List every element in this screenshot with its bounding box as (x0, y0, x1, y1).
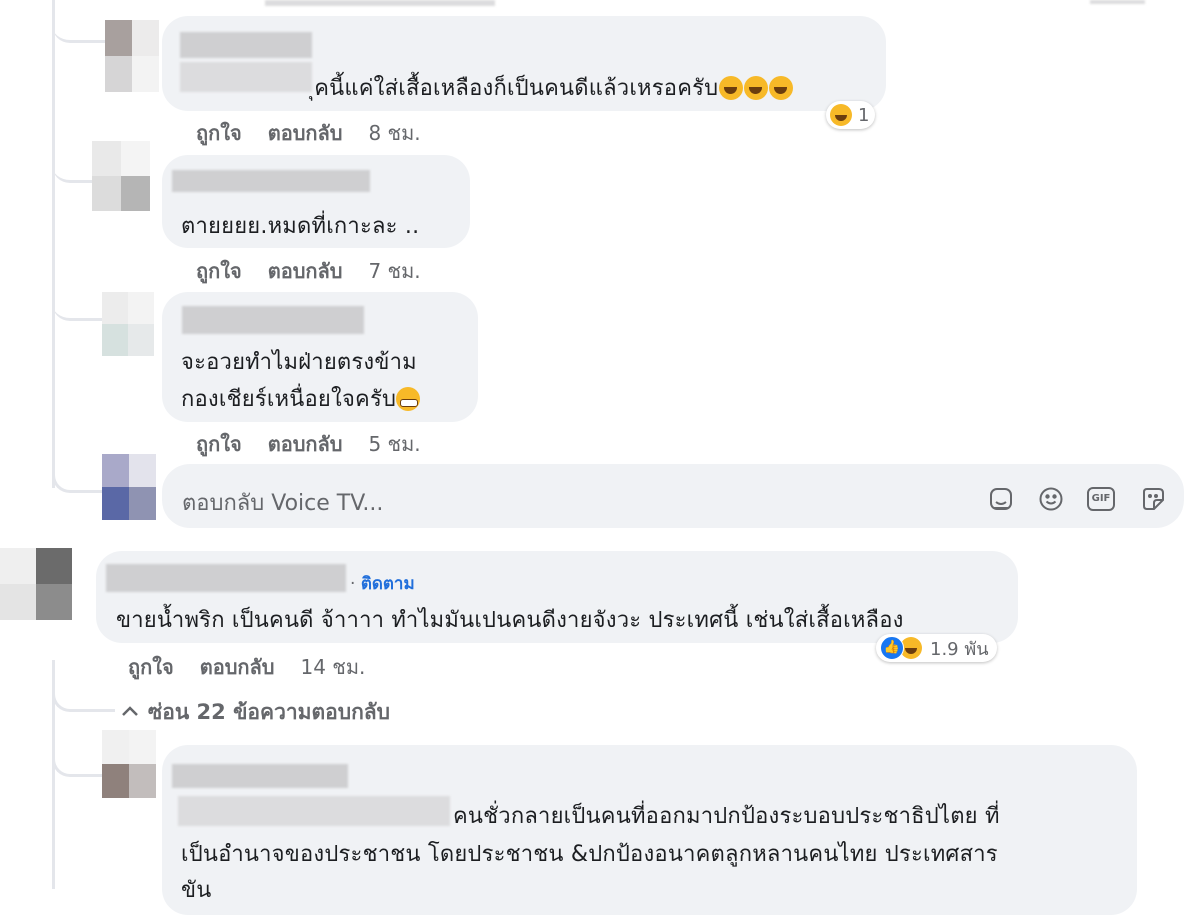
timestamp[interactable]: 8 ชม. (368, 121, 420, 145)
avatar[interactable] (92, 141, 150, 211)
like-button[interactable]: ถูกใจ (196, 432, 242, 456)
haha-reaction-icon (830, 104, 852, 126)
timestamp[interactable]: 7 ชม. (368, 259, 420, 283)
blurred-author-name (180, 32, 312, 58)
comment-text-line-1: คนชั่วกลายเป็นคนที่ออกมาปกป้องระบอบประชา… (453, 804, 1000, 829)
blurred-author-name (106, 564, 346, 592)
hide-replies-button[interactable]: ซ่อน 22 ข้อความตอบกลับ (120, 696, 390, 729)
thread-connector-5 (52, 665, 115, 712)
comment-text-line-2: กองเชียร์เหนื่อยใจครับ (181, 381, 421, 416)
comment-actions: ถูกใจ ตอบกลับ 14 ชม. (128, 651, 391, 683)
rofl-emoji-icon (719, 76, 744, 100)
timestamp[interactable]: 14 ชม. (300, 655, 365, 679)
reply-button[interactable]: ตอบกลับ (268, 121, 343, 145)
like-reaction-icon: 👍 (880, 636, 904, 660)
timestamp[interactable]: 5 ชม. (368, 432, 420, 456)
comment-actions: ถูกใจ ตอบกลับ 7 ชม. (196, 255, 447, 287)
comment-text: ขายน้ำพริก เป็นคนดี จ้าาาา ทำไมมันเปนคนด… (116, 608, 904, 633)
follow-separator: · (350, 574, 356, 594)
comment-actions: ถูกใจ ตอบกลับ 8 ชม. (196, 117, 447, 149)
thread-line-main (52, 0, 55, 488)
reply-button[interactable]: ตอบกลับ (268, 432, 343, 456)
blurred-author-name (172, 170, 370, 192)
avatar[interactable] (102, 730, 156, 798)
like-button[interactable]: ถูกใจ (128, 655, 174, 679)
avatar[interactable] (105, 20, 159, 92)
follow-link[interactable]: · ติดตาม (350, 570, 415, 597)
blurred-text (180, 62, 312, 92)
like-button[interactable]: ถูกใจ (196, 259, 242, 283)
blurred-text (178, 796, 450, 826)
comment-text-line-2: เป็นอำนาจของประชาชน โดยประชาชน &ปกป้องอน… (181, 842, 998, 867)
current-user-avatar[interactable] (102, 454, 156, 520)
comment-text-content: ุคนี้แค่ใส่เสื้อเหลืองก็เป็นคนดีแล้วเหรอ… (314, 76, 719, 101)
comment-text-content: กองเชียร์เหนื่อยใจครับ (181, 387, 397, 412)
avatar[interactable] (102, 292, 154, 356)
comment-text-line-3: ขัน (181, 878, 212, 903)
comment-text-line-1: จะอวยทำไมฝ่ายตรงข้าม (181, 350, 417, 375)
cut-off-element (1090, 0, 1145, 4)
thread-connector-1 (52, 0, 108, 43)
blurred-author-name (182, 306, 364, 334)
sticker-face-icon[interactable] (988, 486, 1014, 512)
gif-icon[interactable]: GIF (1087, 487, 1115, 511)
reply-button[interactable]: ตอบกลับ (200, 655, 275, 679)
rofl-emoji-icon (769, 76, 794, 100)
avatar[interactable] (0, 548, 72, 620)
reaction-count: 1.9 พัน (930, 638, 989, 660)
follow-label: ติดตาม (360, 574, 415, 594)
hide-replies-label: ซ่อน 22 ข้อความตอบกลับ (148, 700, 391, 724)
chevron-up-icon (122, 706, 138, 716)
reaction-summary[interactable]: 1 (826, 101, 876, 129)
reply-button[interactable]: ตอบกลับ (268, 259, 343, 283)
grimace-emoji-icon (396, 387, 421, 411)
reply-placeholder: ตอบกลับ Voice TV... (182, 491, 384, 516)
like-button[interactable]: ถูกใจ (196, 121, 242, 145)
sticker-icon[interactable] (1140, 486, 1166, 512)
gif-label: GIF (1091, 493, 1111, 504)
blurred-author-name (172, 764, 348, 788)
comment-actions: ถูกใจ ตอบกลับ 5 ชม. (196, 428, 447, 460)
thread-connector-4 (52, 450, 105, 493)
comment-text: ตายยยย.หมดที่เกาะละ .. (181, 214, 420, 239)
reaction-count: 1 (858, 104, 870, 126)
thread-connector-6 (52, 730, 103, 777)
emoji-icon[interactable] (1038, 486, 1064, 512)
thread-connector-2 (52, 140, 92, 183)
comment-text: ุคนี้แค่ใส่เสื้อเหลืองก็เป็นคนดีแล้วเหรอ… (314, 70, 794, 105)
thread-connector-3 (52, 280, 102, 321)
reaction-summary[interactable]: 👍 1.9 พัน (876, 634, 997, 662)
rofl-emoji-icon (744, 76, 769, 100)
cut-off-text (265, 0, 495, 6)
